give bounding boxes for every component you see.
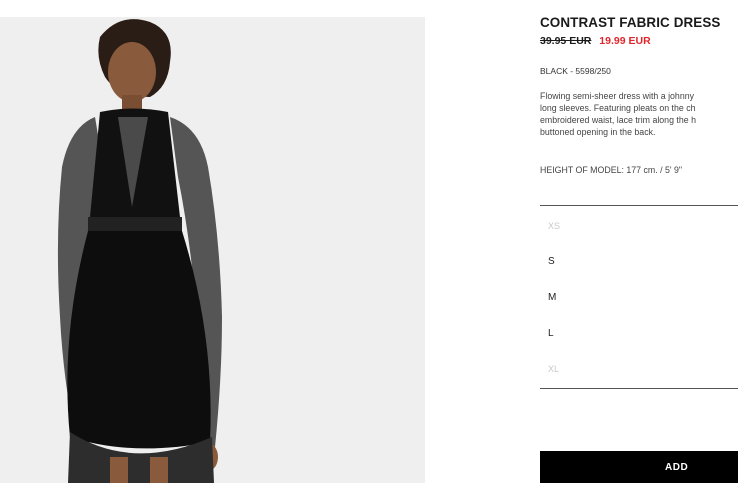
color-reference: BLACK - 5598/250: [540, 66, 611, 76]
size-option-m[interactable]: M: [548, 292, 556, 303]
description-line: buttoned opening in the back.: [540, 127, 656, 137]
description-line: embroidered waist, lace trim along the h: [540, 115, 696, 125]
product-info: CONTRAST FABRIC DRESS 39.95 EUR 19.99 EU…: [540, 0, 738, 483]
size-option-xl: XL: [548, 364, 560, 374]
product-page: CONTRAST FABRIC DRESS 39.95 EUR 19.99 EU…: [0, 0, 738, 483]
product-image[interactable]: [0, 17, 425, 483]
size-option-xs: XS: [548, 221, 561, 231]
product-description: Flowing semi-sheer dress with a johnny l…: [540, 90, 738, 138]
size-option-l[interactable]: L: [548, 328, 554, 339]
description-line: Flowing semi-sheer dress with a johnny: [540, 91, 695, 101]
size-selector: XS S M L XL: [540, 205, 738, 389]
description-line: long sleeves. Featuring pleats on the ch: [540, 103, 696, 113]
sale-price: 19.99 EUR: [599, 35, 651, 47]
model-illustration: [0, 17, 425, 483]
product-title: CONTRAST FABRIC DRESS: [540, 14, 721, 30]
price-row: 39.95 EUR 19.99 EUR: [540, 35, 651, 47]
add-to-cart-button[interactable]: ADD: [540, 451, 738, 483]
old-price: 39.95 EUR: [540, 35, 592, 47]
size-option-s[interactable]: S: [548, 256, 555, 267]
model-height: HEIGHT OF MODEL: 177 cm. / 5' 9": [540, 165, 683, 175]
